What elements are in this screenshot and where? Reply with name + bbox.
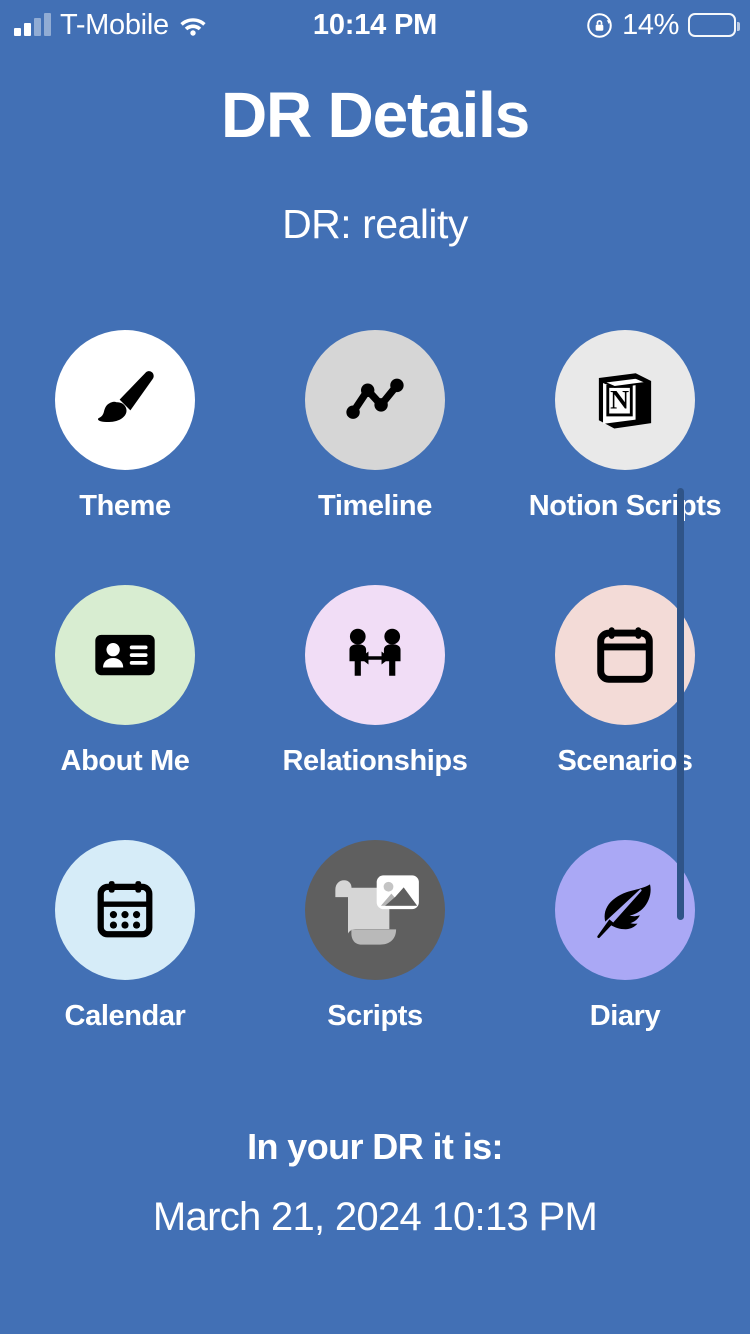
app-screen: T-Mobile 10:14 PM 14% DR Details DR: rea… bbox=[0, 0, 750, 1334]
tile-scripts-label: Scripts bbox=[327, 1000, 423, 1032]
tile-scenarios[interactable]: Scenarios bbox=[500, 585, 750, 778]
vertical-scrollbar[interactable] bbox=[677, 488, 684, 920]
tile-diary-label: Diary bbox=[589, 1000, 661, 1032]
tile-diary[interactable]: Diary bbox=[500, 840, 750, 1033]
notion-logo-icon: N bbox=[598, 373, 652, 429]
tile-timeline-circle bbox=[305, 330, 445, 470]
tile-relationships-circle bbox=[305, 585, 445, 725]
paintbrush-icon bbox=[97, 371, 154, 423]
tile-about-me[interactable]: About Me bbox=[0, 585, 250, 778]
rotation-lock-icon bbox=[586, 12, 613, 39]
status-bar: T-Mobile 10:14 PM 14% bbox=[0, 0, 750, 50]
clock-label: 10:14 PM bbox=[312, 8, 438, 41]
dr-time-heading: In your DR it is: bbox=[247, 1126, 503, 1167]
page-header: DR Details DR: reality bbox=[0, 50, 750, 248]
line-chart-icon bbox=[346, 378, 404, 419]
tile-about-me-label: About Me bbox=[60, 745, 190, 777]
tile-timeline[interactable]: Timeline bbox=[250, 330, 500, 523]
calendar-dots-icon bbox=[97, 881, 153, 938]
feature-grid: Theme Timeline N Notion Scripts About Me… bbox=[0, 330, 750, 1033]
tile-scripts[interactable]: Scripts bbox=[250, 840, 500, 1033]
tile-theme-circle bbox=[55, 330, 195, 470]
tile-notion-scripts[interactable]: N Notion Scripts bbox=[500, 330, 750, 523]
id-card-icon bbox=[95, 634, 155, 676]
dr-time-footer: In your DR it is: March 21, 2024 10:13 P… bbox=[0, 1126, 750, 1240]
tile-about-me-circle bbox=[55, 585, 195, 725]
status-bar-right: 14% bbox=[586, 0, 740, 50]
battery-icon bbox=[688, 13, 740, 37]
tile-relationships[interactable]: Relationships bbox=[250, 585, 500, 778]
two-people-arrow-icon bbox=[349, 628, 401, 676]
tile-calendar[interactable]: Calendar bbox=[0, 840, 250, 1033]
calendar-blank-icon bbox=[597, 627, 653, 683]
tile-timeline-label: Timeline bbox=[318, 490, 432, 522]
tile-scenarios-circle bbox=[555, 585, 695, 725]
page-subtitle: DR: reality bbox=[282, 201, 468, 248]
tile-calendar-label: Calendar bbox=[64, 1000, 186, 1032]
scroll-image-icon bbox=[335, 875, 419, 945]
tile-theme[interactable]: Theme bbox=[0, 330, 250, 523]
tile-scenarios-label: Scenarios bbox=[557, 745, 693, 777]
tile-calendar-circle bbox=[55, 840, 195, 980]
battery-percent-label: 14% bbox=[622, 8, 679, 41]
feather-quill-icon bbox=[597, 884, 651, 939]
tile-notion-scripts-circle: N bbox=[555, 330, 695, 470]
dr-time-value: March 21, 2024 10:13 PM bbox=[152, 1195, 598, 1239]
tile-relationships-label: Relationships bbox=[282, 745, 468, 777]
tile-diary-circle bbox=[555, 840, 695, 980]
page-title: DR Details bbox=[220, 79, 530, 151]
svg-text:N: N bbox=[610, 385, 629, 414]
tile-theme-label: Theme bbox=[79, 490, 171, 522]
tile-scripts-circle bbox=[305, 840, 445, 980]
tile-notion-scripts-label: Notion Scripts bbox=[528, 490, 722, 522]
